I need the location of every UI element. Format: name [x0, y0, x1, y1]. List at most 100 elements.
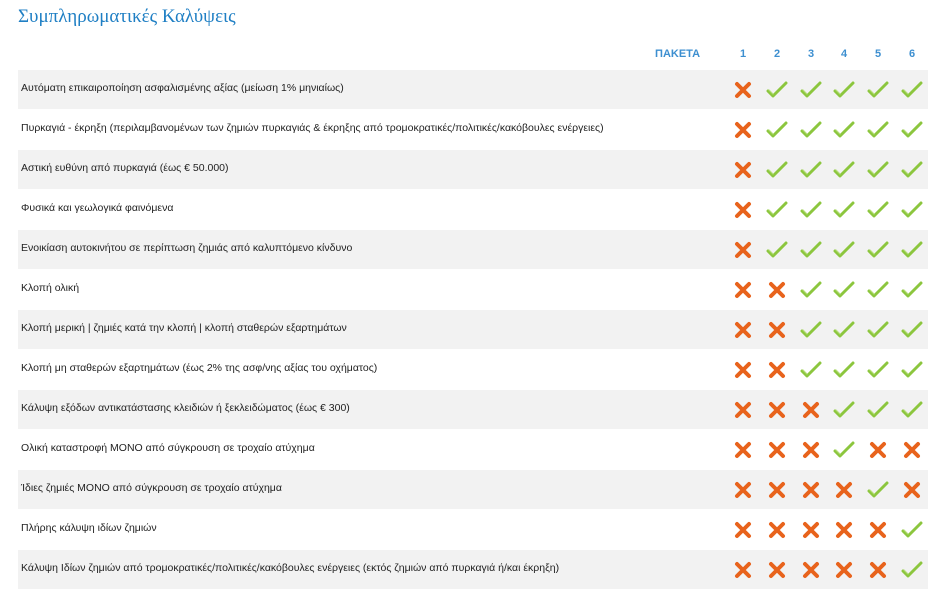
cross-icon: [901, 439, 923, 461]
cross-icon: [800, 519, 822, 541]
check-icon: [833, 399, 855, 421]
check-icon: [901, 399, 923, 421]
cross-icon: [766, 399, 788, 421]
check-icon: [766, 159, 788, 181]
check-icon: [800, 79, 822, 101]
table-row: Πλήρης κάλυψη ιδίων ζημιών: [18, 510, 928, 550]
coverage-label: Κάλυψη Ιδίων ζημιών από τρομοκρατικές/πο…: [21, 562, 560, 574]
check-icon: [901, 79, 923, 101]
table-row: Κλοπή μη σταθερών εξαρτημάτων (έως 2% τη…: [18, 350, 928, 390]
check-icon: [833, 119, 855, 141]
check-icon: [800, 359, 822, 381]
check-icon: [867, 159, 889, 181]
cross-icon: [732, 559, 754, 581]
check-icon: [867, 319, 889, 341]
check-icon: [901, 519, 923, 541]
cross-icon: [867, 519, 889, 541]
cross-icon: [867, 559, 889, 581]
check-icon: [901, 239, 923, 261]
coverage-table: Αυτόματη επικαιροποίηση ασφαλισμένης αξί…: [18, 70, 928, 590]
check-icon: [800, 119, 822, 141]
cross-icon: [732, 239, 754, 261]
cross-icon: [833, 519, 855, 541]
page-title: Συμπληρωματικές Καλύψεις: [18, 6, 236, 27]
coverage-label: Κλοπή μερική | ζημιές κατά την κλοπή | κ…: [21, 322, 347, 334]
coverage-label: Ενοικίαση αυτοκινήτου σε περίπτωση ζημιά…: [21, 242, 353, 254]
table-row: Ίδιες ζημιές ΜΟΝΟ από σύγκρουση σε τροχα…: [18, 470, 928, 510]
check-icon: [867, 239, 889, 261]
cross-icon: [766, 479, 788, 501]
check-icon: [901, 119, 923, 141]
check-icon: [800, 159, 822, 181]
check-icon: [901, 199, 923, 221]
coverage-label: Αστική ευθύνη από πυρκαγιά (έως € 50.000…: [21, 162, 229, 174]
coverage-label: Ίδιες ζημιές ΜΟΝΟ από σύγκρουση σε τροχα…: [21, 482, 282, 494]
cross-icon: [732, 519, 754, 541]
table-row: Κλοπή μερική | ζημιές κατά την κλοπή | κ…: [18, 310, 928, 350]
cross-icon: [732, 479, 754, 501]
check-icon: [867, 359, 889, 381]
check-icon: [766, 239, 788, 261]
package-6-header: 6: [908, 48, 916, 60]
check-icon: [800, 239, 822, 261]
check-icon: [833, 279, 855, 301]
coverage-label: Ολική καταστροφή ΜΟΝΟ από σύγκρουση σε τ…: [21, 442, 315, 454]
cross-icon: [732, 319, 754, 341]
table-row: Κάλυψη Ιδίων ζημιών από τρομοκρατικές/πο…: [18, 550, 928, 590]
cross-icon: [800, 439, 822, 461]
table-row: Αστική ευθύνη από πυρκαγιά (έως € 50.000…: [18, 150, 928, 190]
table-row: Ολική καταστροφή ΜΟΝΟ από σύγκρουση σε τ…: [18, 430, 928, 470]
cross-icon: [766, 519, 788, 541]
cross-icon: [800, 559, 822, 581]
coverage-label: Πλήρης κάλυψη ιδίων ζημιών: [21, 522, 157, 534]
cross-icon: [833, 479, 855, 501]
check-icon: [833, 79, 855, 101]
check-icon: [901, 279, 923, 301]
coverage-label: Αυτόματη επικαιροποίηση ασφαλισμένης αξί…: [21, 82, 344, 94]
coverage-label: Κλοπή ολική: [21, 282, 80, 294]
cross-icon: [732, 359, 754, 381]
check-icon: [833, 319, 855, 341]
cross-icon: [732, 119, 754, 141]
cross-icon: [766, 279, 788, 301]
check-icon: [901, 319, 923, 341]
package-5-header: 5: [874, 48, 882, 60]
check-icon: [766, 199, 788, 221]
table-row: Κλοπή ολική: [18, 270, 928, 310]
cross-icon: [901, 479, 923, 501]
cross-icon: [867, 439, 889, 461]
cross-icon: [766, 439, 788, 461]
check-icon: [766, 119, 788, 141]
cross-icon: [766, 319, 788, 341]
cross-icon: [800, 399, 822, 421]
check-icon: [833, 159, 855, 181]
check-icon: [867, 279, 889, 301]
cross-icon: [732, 159, 754, 181]
packages-label: ΠΑΚΕΤΑ: [655, 48, 701, 60]
cross-icon: [800, 479, 822, 501]
check-icon: [833, 199, 855, 221]
table-row: Φυσικά και γεωλογικά φαινόμενα: [18, 190, 928, 230]
package-1-header: 1: [739, 48, 747, 60]
cross-icon: [833, 559, 855, 581]
check-icon: [800, 279, 822, 301]
package-4-header: 4: [840, 48, 848, 60]
coverage-label: Πυρκαγιά - έκρηξη (περιλαμβανομένων των …: [21, 122, 604, 134]
coverage-label: Κλοπή μη σταθερών εξαρτημάτων (έως 2% τη…: [21, 362, 378, 374]
table-row: Πυρκαγιά - έκρηξη (περιλαμβανομένων των …: [18, 110, 928, 150]
check-icon: [867, 479, 889, 501]
table-row: Ενοικίαση αυτοκινήτου σε περίπτωση ζημιά…: [18, 230, 928, 270]
cross-icon: [732, 79, 754, 101]
cross-icon: [732, 399, 754, 421]
check-icon: [901, 359, 923, 381]
check-icon: [867, 199, 889, 221]
table-row: Αυτόματη επικαιροποίηση ασφαλισμένης αξί…: [18, 70, 928, 110]
table-header: ΠΑΚΕΤΑ 1 2 3 4 5 6: [18, 44, 928, 68]
check-icon: [833, 439, 855, 461]
check-icon: [901, 159, 923, 181]
check-icon: [867, 119, 889, 141]
cross-icon: [732, 199, 754, 221]
coverage-label: Φυσικά και γεωλογικά φαινόμενα: [21, 202, 174, 214]
check-icon: [800, 199, 822, 221]
check-icon: [833, 239, 855, 261]
